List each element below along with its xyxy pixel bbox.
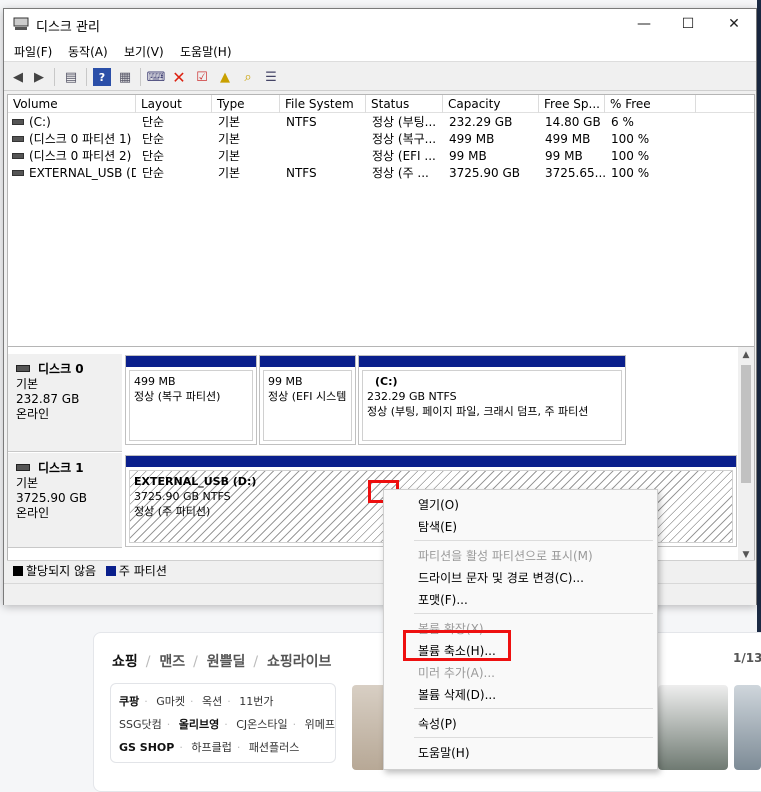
shop-link[interactable]: SSG닷컴 <box>119 718 162 731</box>
properties-pane-icon[interactable]: ▦ <box>116 68 134 86</box>
shop-link[interactable]: 올리브영 <box>179 718 219 731</box>
disk-icon <box>16 365 30 372</box>
primary-partition-swatch <box>105 565 116 576</box>
disk-1-label[interactable]: 디스크 1 기본 3725.90 GB 온라인 <box>8 453 122 548</box>
product-image[interactable] <box>658 685 728 770</box>
column-header-filesystem[interactable]: File System <box>280 95 366 113</box>
title-bar: 디스크 관리 — ☐ ✕ <box>4 9 756 39</box>
volume-icon <box>12 118 24 125</box>
product-image[interactable] <box>734 685 761 770</box>
tab-one-plus-deal[interactable]: 원쁠딜 <box>207 654 246 670</box>
volume-list-header: Volume Layout Type File System Status Ca… <box>8 95 754 113</box>
back-arrow-icon[interactable]: ◀ <box>9 68 27 86</box>
settings-list-icon[interactable]: ☰ <box>262 68 280 86</box>
disk-view-scrollbar[interactable]: ▲ ▼ <box>738 347 754 563</box>
disk-icon <box>16 464 30 471</box>
volume-icon <box>12 169 24 176</box>
menu-item-mark-active[interactable]: 파티션을 활성 파티션으로 표시(M) <box>418 547 593 564</box>
folder-up-icon[interactable]: ▲ <box>216 68 234 86</box>
column-header-free-space[interactable]: Free Sp... <box>539 95 605 113</box>
menu-file[interactable]: 파일(F) <box>14 43 52 60</box>
volume-icon <box>12 152 24 159</box>
shop-links-box: 쿠팡 · G마켓 · 옥션 · 11번가 SSG닷컴 · 올리브영 · CJ온스타일 · 위… <box>110 683 336 763</box>
shop-link[interactable]: 옥션 <box>202 695 222 708</box>
menu-item-explore[interactable]: 탐색(E) <box>418 518 457 535</box>
menu-item-change-drive-letter[interactable]: 드라이브 문자 및 경로 변경(C)... <box>418 569 584 586</box>
shop-link[interactable]: 위메프 <box>305 718 335 731</box>
shop-link[interactable]: G마켓 <box>156 695 185 708</box>
close-button[interactable]: ✕ <box>711 9 757 39</box>
connect-icon[interactable]: ⌨ <box>147 68 166 86</box>
tab-shopping-live[interactable]: 쇼핑라이브 <box>267 654 331 670</box>
shop-link[interactable]: GS SHOP <box>119 741 174 754</box>
column-header-type[interactable]: Type <box>212 95 280 113</box>
column-header-capacity[interactable]: Capacity <box>443 95 539 113</box>
volume-list: Volume Layout Type File System Status Ca… <box>7 94 755 348</box>
column-header-percent-free[interactable]: % Free <box>605 95 696 113</box>
column-header-status[interactable]: Status <box>366 95 443 113</box>
partition-recovery[interactable]: 499 MB 정상 (복구 파티션) <box>125 355 257 445</box>
menu-item-format[interactable]: 포맷(F)... <box>418 591 468 608</box>
toolbar: ◀ ▶ ▤ ? ▦ ⌨ ✕ ☑ ▲ ⌕ ☰ <box>4 61 756 91</box>
search-folder-icon[interactable]: ⌕ <box>239 68 257 86</box>
menu-item-properties[interactable]: 속성(P) <box>418 715 457 732</box>
help-icon[interactable]: ? <box>93 68 111 86</box>
tab-mens[interactable]: 맨즈 <box>159 654 185 670</box>
volume-row[interactable]: (C:) 단순 기본 NTFS 정상 (부팅... 232.29 GB 14.8… <box>8 114 754 131</box>
shop-link[interactable]: 11번가 <box>239 695 273 708</box>
menu-item-help[interactable]: 도움말(H) <box>418 744 470 761</box>
card-pager: 1/13 <box>733 651 761 665</box>
shop-link[interactable]: 하프클럽 <box>191 741 231 754</box>
shopping-tabs: 쇼핑 / 맨즈 / 원쁠딜 / 쇼핑라이브 <box>112 654 332 670</box>
disk-management-icon <box>13 17 29 30</box>
column-header-volume[interactable]: Volume <box>8 95 136 113</box>
disk-0-label[interactable]: 디스크 0 기본 232.87 GB 온라인 <box>8 354 122 452</box>
minimize-button[interactable]: — <box>621 9 667 39</box>
menu-item-add-mirror[interactable]: 미러 추가(A)... <box>418 664 495 681</box>
unallocated-swatch <box>13 565 23 576</box>
shop-link[interactable]: 쿠팡 <box>119 695 139 708</box>
partition-c-drive[interactable]: (C:) 232.29 GB NTFS 정상 (부팅, 페이지 파일, 크래시 … <box>358 355 626 445</box>
console-tree-icon[interactable]: ▤ <box>62 68 80 86</box>
checklist-icon[interactable]: ☑ <box>193 68 211 86</box>
volume-row[interactable]: (디스크 0 파티션 1) 단순 기본 정상 (복구... 499 MB 499… <box>8 131 754 148</box>
legend-primary-partition: 주 파티션 <box>118 564 167 578</box>
menu-action[interactable]: 동작(A) <box>68 43 108 60</box>
column-header-layout[interactable]: Layout <box>136 95 212 113</box>
menu-view[interactable]: 보기(V) <box>124 43 164 60</box>
delete-icon[interactable]: ✕ <box>170 68 188 87</box>
menu-item-open[interactable]: 열기(O) <box>418 496 459 513</box>
tab-shopping[interactable]: 쇼핑 <box>112 654 138 670</box>
shrink-volume-highlight-box <box>403 630 511 661</box>
menu-bar: 파일(F) 동작(A) 보기(V) 도움말(H) <box>4 39 756 61</box>
shop-link[interactable]: CJ온스타일 <box>236 718 287 731</box>
shop-link[interactable]: 패션플러스 <box>249 741 300 754</box>
scroll-up-icon[interactable]: ▲ <box>738 347 754 363</box>
menu-item-delete-volume[interactable]: 볼륨 삭제(D)... <box>418 686 496 703</box>
partition-efi[interactable]: 99 MB 정상 (EFI 시스템 <box>259 355 356 445</box>
scrollbar-thumb[interactable] <box>741 365 751 483</box>
volume-row[interactable]: EXTERNAL_USB (D:) 단순 기본 NTFS 정상 (주 ... 3… <box>8 165 754 182</box>
legend-unallocated: 할당되지 않음 <box>26 564 97 578</box>
maximize-button[interactable]: ☐ <box>665 9 711 39</box>
volume-row[interactable]: (디스크 0 파티션 2) 단순 기본 정상 (EFI ... 99 MB 99… <box>8 148 754 165</box>
window-title: 디스크 관리 <box>36 20 100 35</box>
forward-arrow-icon[interactable]: ▶ <box>30 68 48 86</box>
volume-icon <box>12 135 24 142</box>
menu-help[interactable]: 도움말(H) <box>180 43 232 60</box>
